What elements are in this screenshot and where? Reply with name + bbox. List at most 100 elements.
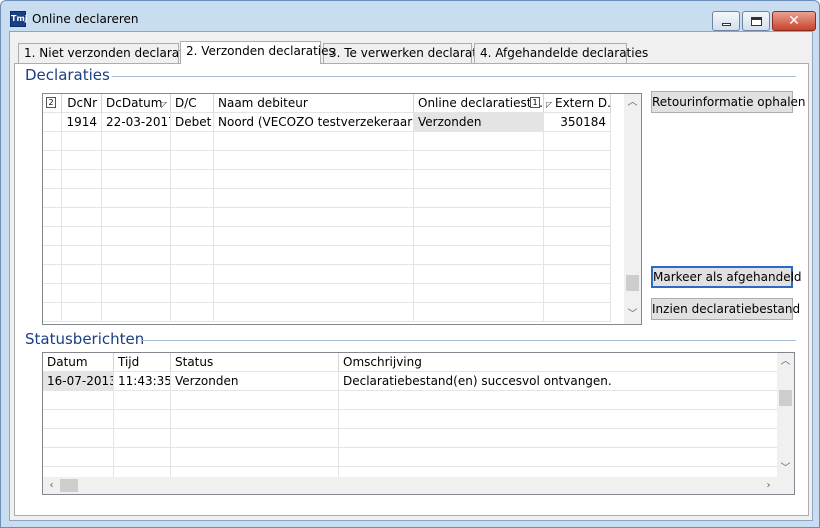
column-header-datum[interactable]: Datum [43,353,114,372]
empty-grid-cell [43,429,114,448]
empty-grid-cell [544,170,611,189]
markeer-als-afgehandeld-button[interactable]: Markeer als afgehandeld [651,266,802,288]
empty-grid-cell [43,448,114,467]
window-client-area: 1. Niet verzonden declaraties 2. Verzond… [9,31,813,521]
empty-grid-row [43,189,626,208]
empty-grid-cell [102,284,171,303]
empty-grid-cell [214,227,414,246]
grid-header: 2 DcNr DcDatum ◸ D/C Naam debiteur Online… [43,94,626,113]
scroll-up-arrow-icon[interactable]: ︿ [777,353,794,370]
column-header-tijd[interactable]: Tijd [114,353,171,372]
column-header-status[interactable]: Status [171,353,339,372]
tab-te-verwerken[interactable]: 3. Te verwerken declaraties [323,43,494,63]
empty-grid-cell [414,246,544,265]
empty-grid-cell [43,132,62,151]
column-header-extern[interactable]: ◸Extern D... [544,94,611,113]
empty-grid-cell [414,303,544,322]
statusberichten-horizontal-scrollbar[interactable]: ‹ › [43,477,794,494]
statusberichten-vertical-scrollbar[interactable]: ︿ ﹀ [777,353,794,477]
empty-grid-cell [171,170,214,189]
empty-grid-cell [214,265,414,284]
empty-grid-cell [339,448,779,467]
empty-grid-cell [214,151,414,170]
scroll-up-arrow-icon[interactable]: ︿ [624,94,641,111]
cell-extern: 350184 [544,113,611,132]
cell-dc: Debet [171,113,214,132]
column-header-naam-debiteur[interactable]: Naam debiteur [214,94,414,113]
tab-niet-verzonden[interactable]: 1. Niet verzonden declaraties [18,43,201,63]
column-header-dc[interactable]: D/C [171,94,214,113]
empty-grid-cell [544,284,611,303]
empty-grid-cell [214,189,414,208]
empty-grid-cell [171,208,214,227]
empty-grid-cell [62,151,102,170]
scroll-down-arrow-icon[interactable]: ﹀ [624,306,641,323]
section-title-statusberichten: Statusberichten [25,330,145,348]
empty-grid-cell [171,448,339,467]
empty-grid-cell [414,265,544,284]
cell-online-status: Verzonden [414,113,544,132]
cell-tijd: 11:43:35 [114,372,171,391]
maximize-button[interactable] [742,11,770,31]
empty-grid-row [43,265,626,284]
scroll-down-arrow-icon[interactable]: ﹀ [777,460,794,477]
sort-indicator-icon: ◸ [546,100,553,109]
retourinformatie-ophalen-button[interactable]: Retourinformatie ophalen [651,91,806,113]
scroll-left-arrow-icon[interactable]: ‹ [43,477,60,494]
scroll-thumb[interactable] [779,390,792,406]
empty-grid-cell [62,303,102,322]
maximize-icon [751,17,762,26]
section-title-declaraties: Declaraties [25,66,110,84]
sort-order-badge: 2 [46,97,56,108]
cell-naam-debiteur: Noord (VECOZO testverzekeraar) [214,113,414,132]
scroll-right-arrow-icon[interactable]: › [760,477,777,494]
empty-grid-cell [102,189,171,208]
empty-grid-cell [62,265,102,284]
empty-grid-cell [414,170,544,189]
empty-grid-cell [339,391,779,410]
column-header-dcdatum[interactable]: DcDatum ◸ [102,94,171,113]
section-divider [142,340,796,341]
empty-grid-cell [171,429,339,448]
app-icon: Tmj [10,11,28,27]
empty-grid-cell [214,284,414,303]
declaraties-vertical-scrollbar[interactable]: ︿ ﹀ [624,94,641,324]
table-row[interactable]: 16-07-2013 11:43:35 Verzonden Declaratie… [43,372,779,391]
empty-grid-row [43,208,626,227]
empty-grid-cell [43,151,62,170]
empty-grid-cell [171,265,214,284]
empty-grid-cell [62,208,102,227]
statusberichten-grid[interactable]: Datum Tijd Status Omschrijving 16-07-201… [42,352,795,495]
empty-grid-row [43,391,779,410]
empty-grid-cell [43,391,114,410]
empty-grid-cell [102,151,171,170]
column-header-extern-label: Extern D... [555,96,611,110]
inzien-declaratiebestand-button[interactable]: Inzien declaratiebestand [651,298,800,320]
sort-indicator-icon: ◸ [161,100,168,109]
empty-grid-cell [114,429,171,448]
empty-grid-row [43,303,626,322]
table-row[interactable]: 1914 22-03-2017 Debet Noord (VECOZO test… [43,113,626,132]
cell-dcdatum: 22-03-2017 [102,113,171,132]
empty-grid-cell [114,410,171,429]
empty-grid-cell [102,265,171,284]
column-header-dcnr[interactable]: DcNr [62,94,102,113]
empty-grid-cell [414,132,544,151]
minimize-button[interactable] [712,11,740,31]
tab-verzonden[interactable]: 2. Verzonden declaraties [180,41,335,64]
empty-grid-cell [544,246,611,265]
column-header-omschrijving[interactable]: Omschrijving [339,353,779,372]
empty-grid-cell [414,227,544,246]
empty-grid-cell [43,265,62,284]
empty-grid-cell [171,391,339,410]
column-header-online-status[interactable]: Online declaratiest... 1 [414,94,544,113]
close-button[interactable]: ✕ [772,11,816,31]
column-header-online-status-label: Online declaratiest... [418,96,543,110]
tab-afgehandeld[interactable]: 4. Afgehandelde declaraties [474,43,648,63]
empty-grid-cell [43,410,114,429]
title-bar[interactable]: Tmj Online declareren ✕ [1,1,819,31]
declaraties-grid[interactable]: 2 DcNr DcDatum ◸ D/C Naam debiteur Online… [42,93,642,325]
scroll-thumb[interactable] [626,275,639,291]
scroll-thumb[interactable] [60,479,78,492]
empty-grid-cell [544,189,611,208]
